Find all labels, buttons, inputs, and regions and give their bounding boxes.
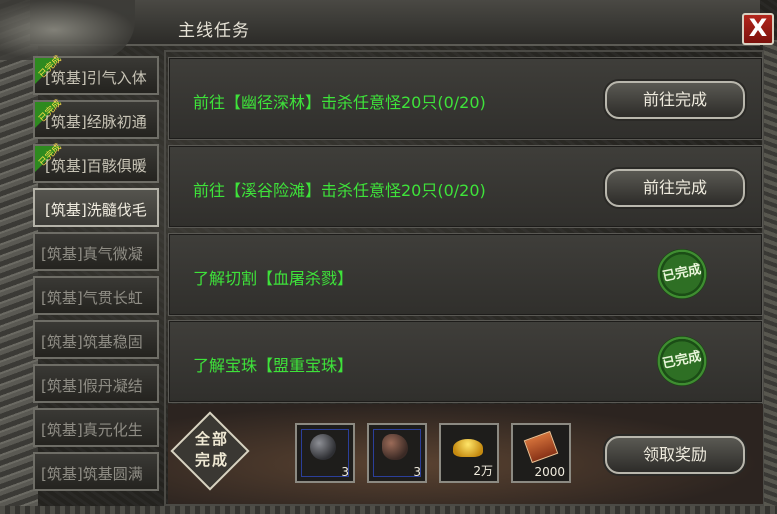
sidebar-item-label: [筑基]洗髓伐毛 [45,201,147,219]
sidebar-item-5[interactable]: [筑基]真气微凝 [33,232,159,271]
go-complete-button[interactable]: 前往完成 [605,81,745,119]
sidebar-item-9[interactable]: [筑基]真元化生 [33,408,159,447]
quest-row-3: 了解切割【血屠杀戮】 已完成 [168,233,763,316]
gold-ingot-icon [453,439,483,457]
title-bar [30,0,760,46]
go-complete-button[interactable]: 前往完成 [605,169,745,207]
badge-line-2: 完成 [194,451,229,469]
sidebar-item-label: [筑基]筑基圆满 [41,465,143,483]
quest-row-4: 了解宝珠【盟重宝珠】 已完成 [168,320,763,403]
gray-gem-icon [310,434,336,460]
claim-reward-button[interactable]: 领取奖励 [605,436,745,474]
reward-qty: 2000 [534,465,565,479]
completed-seal-icon: 已完成 [652,244,712,304]
quest-row-2: 前往【溪谷险滩】击杀任意怪20只(0/20) 前往完成 [168,145,763,228]
sidebar-item-6[interactable]: [筑基]气贯长虹 [33,276,159,315]
sidebar-item-1[interactable]: 已完成 [筑基]引气入体 [33,54,159,95]
sidebar-item-8[interactable]: [筑基]假丹凝结 [33,364,159,403]
window-title: 主线任务 [178,21,250,41]
sidebar-item-label: [筑基]假丹凝结 [41,377,143,395]
sidebar-item-label: [筑基]真元化生 [41,421,143,439]
red-gem-icon [382,434,408,460]
sidebar-item-3[interactable]: 已完成 [筑基]百骸俱暖 [33,142,159,183]
sidebar-item-label: [筑基]气贯长虹 [41,289,143,307]
sidebar-item-10[interactable]: [筑基]筑基圆满 [33,452,159,491]
sidebar-item-label: [筑基]筑基稳固 [41,333,143,351]
sidebar-item-4[interactable]: [筑基]洗髓伐毛 [33,188,159,227]
reward-slot-1[interactable]: 3 [295,423,355,483]
close-button[interactable]: X [742,13,774,45]
reward-qty: 2万 [473,464,493,478]
reward-slot-2[interactable]: 3 [367,423,427,483]
sidebar-item-label: [筑基]经脉初通 [45,113,147,131]
reward-qty: 3 [413,465,421,479]
sidebar-item-label: [筑基]真气微凝 [41,245,143,263]
reward-slot-3[interactable]: 2万 [439,423,499,483]
quest-row-1: 前往【幽径深林】击杀任意怪20只(0/20) 前往完成 [168,57,763,140]
stone-border-right [763,40,777,514]
quest-text: 前往【幽径深林】击杀任意怪20只(0/20) [193,93,486,112]
completed-seal-icon: 已完成 [652,331,712,391]
dragon-ornament-icon [0,0,135,60]
quest-text: 了解切割【血屠杀戮】 [193,269,354,288]
sidebar-item-7[interactable]: [筑基]筑基稳固 [33,320,159,359]
badge-line-1: 全部 [194,430,229,448]
book-icon [523,430,559,464]
sidebar-item-2[interactable]: 已完成 [筑基]经脉初通 [33,98,159,139]
quest-sidebar: 已完成 [筑基]引气入体 已完成 [筑基]经脉初通 已完成 [筑基]百骸俱暖 [… [33,54,163,496]
sidebar-item-label: [筑基]引气入体 [45,69,147,87]
stone-border-bottom [0,506,777,514]
quest-window: 主线任务 X 已完成 [筑基]引气入体 已完成 [筑基]经脉初通 已完成 [筑基… [0,0,777,514]
all-complete-badge-label: 全部 完成 [182,429,242,471]
reward-slot-4[interactable]: 2000 [511,423,571,483]
reward-qty: 3 [341,465,349,479]
sidebar-item-label: [筑基]百骸俱暖 [45,157,147,175]
quest-text: 了解宝珠【盟重宝珠】 [193,356,354,375]
quest-text: 前往【溪谷险滩】击杀任意怪20只(0/20) [193,181,486,200]
